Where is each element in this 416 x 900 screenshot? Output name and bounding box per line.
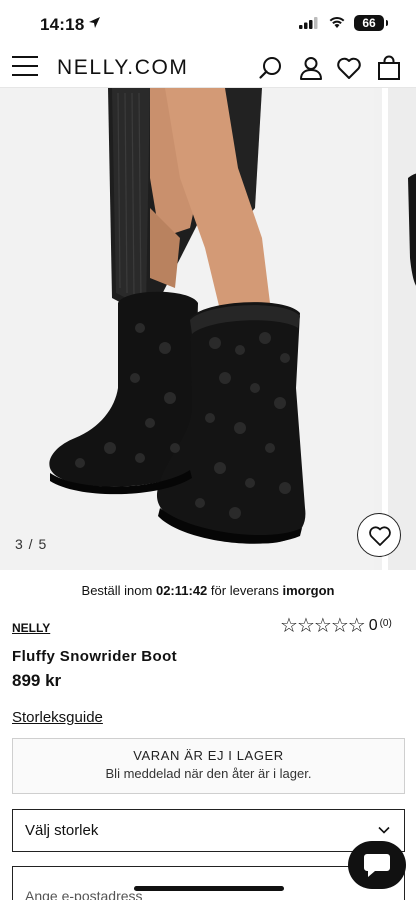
heart-icon[interactable] [336,55,362,81]
size-select-label: Välj storlek [25,822,99,839]
product-image-gallery[interactable]: 3 / 5 [0,88,416,570]
site-logo[interactable]: NELLY.COM [57,56,189,80]
delivery-middle: för leverans [210,583,279,598]
chevron-down-icon [378,826,390,834]
chat-button[interactable] [348,841,406,889]
product-price: 899 kr [12,671,62,690]
user-icon[interactable] [298,55,324,81]
out-of-stock-notice: VARAN ÄR EJ I LAGER Bli meddelad när den… [12,738,405,794]
star-icon: ☆ [313,615,332,637]
size-select[interactable]: Välj storlek [12,809,405,852]
next-product-image[interactable] [382,88,416,570]
rating-value: 0 [368,617,378,634]
wifi-icon [329,16,345,28]
cellular-signal-icon [299,17,318,29]
size-guide-link[interactable]: Storleksguide [12,709,103,726]
menu-button[interactable] [12,56,39,78]
delivery-timer: 02:11:42 [155,583,208,598]
product-image[interactable] [0,88,374,570]
star-icon: ☆ [296,615,315,637]
star-icon: ☆ [347,615,366,637]
delivery-prefix: Beställ inom [81,583,153,598]
product-name: Fluffy Snowrider Boot [12,648,178,665]
chat-bubble-icon [364,854,390,877]
location-arrow-icon [89,17,100,28]
email-field[interactable] [12,866,405,900]
brand-link[interactable]: NELLY [12,621,50,635]
rating-count: (0) [379,617,392,629]
search-icon[interactable] [258,55,284,81]
heart-icon [369,526,391,546]
star-icon: ☆ [330,615,349,637]
status-bar: 14:18 66 [0,0,416,46]
star-icon: ☆ [280,615,298,637]
stock-title: VARAN ÄR EJ I LAGER [133,748,284,763]
menu-icon [12,56,38,58]
home-indicator [134,886,284,891]
bag-icon[interactable] [376,55,402,81]
status-time: 14:18 [40,15,85,34]
boots-illustration [0,88,374,570]
site-header: NELLY.COM [0,46,416,88]
stock-subtitle: Bli meddelad när den åter är i lager. [105,766,312,781]
delivery-day: imorgon [282,583,335,598]
add-to-wishlist-button[interactable] [357,513,401,557]
image-counter: 3 / 5 [15,536,48,552]
product-rating[interactable]: ☆ ☆ ☆ ☆ ☆ 0 (0) [280,615,392,637]
battery-indicator: 66 [354,15,388,31]
delivery-countdown: Beställ inom 02:11:42 för leverans imorg… [0,583,416,598]
